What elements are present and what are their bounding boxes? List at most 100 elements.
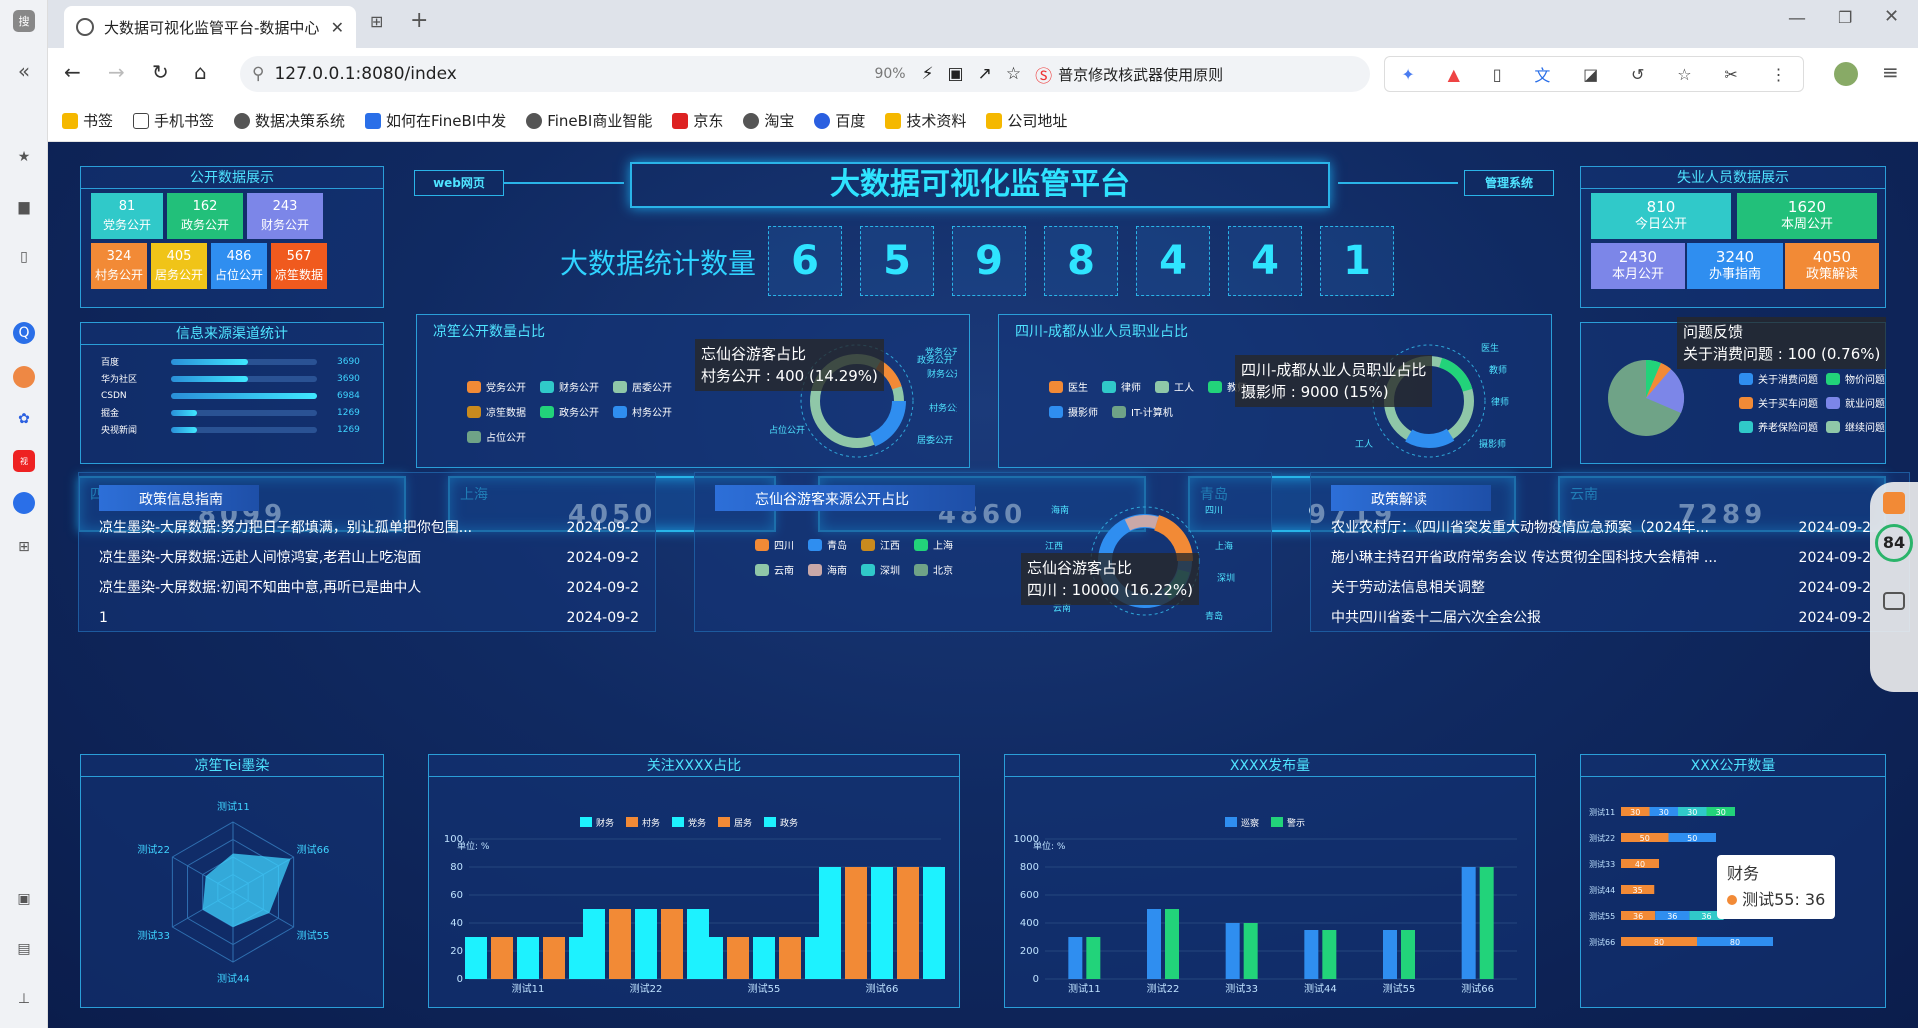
news-row[interactable]: 1 2024-09-2 (99, 603, 639, 633)
legend-item[interactable]: 青岛 (808, 537, 847, 552)
baidu-app-icon[interactable]: ✿ (13, 408, 35, 430)
bar[interactable] (661, 909, 683, 979)
legend-item[interactable]: 政务公开 (540, 404, 599, 419)
bar[interactable] (1304, 930, 1319, 979)
bar[interactable] (543, 937, 565, 979)
bar[interactable] (1383, 930, 1397, 979)
news-row[interactable]: 凉生墨染-大屏数据:初闻不知曲中意,再听已是曲中人 2024-09-2 (99, 573, 639, 603)
restore-icon[interactable]: ❐ (1838, 8, 1852, 27)
bar[interactable] (701, 937, 723, 979)
camera-icon[interactable] (1883, 592, 1905, 610)
chrome-app-icon[interactable] (13, 366, 35, 388)
close-tab-icon[interactable]: ✕ (331, 18, 344, 37)
bar[interactable] (1165, 909, 1179, 979)
shield-icon[interactable]: ▣ (948, 64, 964, 84)
legend-item[interactable]: 医生 (1049, 379, 1088, 394)
news-row[interactable]: 关于劳动法信息相关调整 2024-09-2 (1331, 573, 1871, 603)
add-app-icon[interactable]: ⊞ (13, 536, 35, 558)
news-row[interactable]: 凉生墨染-大屏数据:努力把日子都填满，别让孤单把你包围... 2024-09-2 (99, 513, 639, 543)
news-title[interactable]: 1 (99, 603, 499, 633)
bar[interactable] (491, 937, 513, 979)
news-title[interactable]: 施小琳主持召开省政府常务会议 传达贯彻全国科技大会精神 ... (1331, 543, 1731, 573)
scissors-icon[interactable]: ✂ (1724, 65, 1737, 84)
bolt-icon[interactable]: ⚡ (922, 64, 934, 84)
legend-item[interactable]: 居委公开 (613, 379, 672, 394)
public-data-cell[interactable]: 486 占位公开 (211, 243, 267, 289)
bookmark-item[interactable]: 百度 (814, 110, 865, 131)
legend-item[interactable]: 深圳 (861, 562, 900, 577)
public-data-cell[interactable]: 162 政务公开 (167, 193, 243, 239)
bookmark-item[interactable]: 如何在FineBI中发 (365, 110, 506, 131)
bar[interactable] (635, 909, 657, 979)
bar[interactable] (1147, 909, 1161, 979)
bookmark-item[interactable]: FineBI商业智能 (526, 110, 652, 131)
news-title[interactable]: 凉生墨染-大屏数据:远赴人间惊鸿宴,老君山上吃泡面 (99, 543, 499, 573)
public-data-cell[interactable]: 243 财务公开 (247, 193, 323, 239)
bookmark-item[interactable]: 数据决策系统 (234, 110, 345, 131)
legend-item[interactable]: 摄影师 (1049, 404, 1098, 419)
search-app-icon[interactable]: Q (13, 322, 35, 344)
bar[interactable] (517, 937, 539, 979)
bookmark-item[interactable]: 公司地址 (986, 110, 1067, 131)
back-icon[interactable]: ← (64, 60, 81, 84)
collapse-icon[interactable]: « (13, 59, 35, 83)
folder-icon[interactable]: ▆ (13, 196, 35, 218)
hot-search-text[interactable]: 普京修改核武器使用原则 (1058, 64, 1223, 85)
news-row[interactable]: 中共四川省委十二届六次全会公报 2024-09-2 (1331, 603, 1871, 633)
close-window-icon[interactable]: ✕ (1884, 6, 1899, 27)
public-data-cell[interactable]: 405 居务公开 (151, 243, 207, 289)
floating-monitor-widget[interactable]: 84 (1870, 482, 1918, 692)
favorite-icon[interactable]: ☆ (1006, 64, 1021, 84)
legend-item[interactable]: 物价问题 (1826, 371, 1885, 386)
news-title[interactable]: 农业农村厅：《四川省突发重大动物疫情应急预案（2024年... (1331, 513, 1731, 543)
clock-app-icon[interactable] (13, 492, 35, 514)
unemployment-cell[interactable]: 2430 本月公开 (1591, 243, 1685, 289)
legend-item[interactable]: 占位公开 (467, 429, 526, 444)
bar[interactable] (609, 909, 631, 979)
ai-icon[interactable]: ✦ (1401, 65, 1414, 84)
pdf-icon[interactable]: ▲ (1448, 65, 1460, 84)
legend-item[interactable]: 北京 (914, 562, 953, 577)
bar[interactable] (583, 909, 605, 979)
unemployment-cell[interactable]: 3240 办事指南 (1687, 243, 1783, 289)
public-data-cell[interactable]: 81 党务公开 (91, 193, 163, 239)
public-data-cell[interactable]: 567 凉笙数据 (271, 243, 327, 289)
legend-item[interactable]: 财务公开 (540, 379, 599, 394)
translate-icon[interactable]: 文 (1534, 62, 1550, 86)
news-title[interactable]: 中共四川省委十二届六次全会公报 (1331, 603, 1731, 633)
public-data-cell[interactable]: 324 村务公开 (91, 243, 147, 289)
news-row[interactable]: 农业农村厅：《四川省突发重大动物疫情应急预案（2024年... 2024-09-2 (1331, 513, 1871, 543)
minimize-icon[interactable]: — (1788, 8, 1806, 29)
bookmark-item[interactable]: 技术资料 (885, 110, 966, 131)
bar[interactable] (1322, 930, 1337, 979)
pin-icon[interactable]: ⊥ (13, 988, 35, 1010)
weibo-app-icon[interactable]: 视 (13, 450, 35, 472)
admin-button[interactable]: 管理系统 (1464, 170, 1554, 196)
web-button[interactable]: web网页 (414, 170, 504, 196)
forward-icon[interactable]: → (108, 60, 125, 84)
news-title[interactable]: 凉生墨染-大屏数据:初闻不知曲中意,再听已是曲中人 (99, 573, 499, 603)
history-icon[interactable]: ↺ (1631, 65, 1644, 84)
bookmark-item[interactable]: 京东 (672, 110, 723, 131)
legend-item[interactable]: 关于买车问题 (1739, 395, 1818, 410)
bar[interactable] (819, 867, 841, 979)
share-icon[interactable]: ↗ (978, 64, 992, 84)
legend-item[interactable]: 四川 (755, 537, 794, 552)
mobile-icon[interactable]: ▯ (1493, 65, 1502, 84)
zoom-level[interactable]: 90% (874, 66, 905, 82)
legend-item[interactable]: IT-计算机 (1112, 404, 1173, 419)
legend-item[interactable]: 就业问题 (1826, 395, 1885, 410)
legend-item[interactable]: 凉笙数据 (467, 404, 526, 419)
avatar[interactable] (1834, 62, 1858, 86)
star-icon[interactable]: ★ (13, 146, 35, 168)
bar[interactable] (1479, 867, 1494, 979)
legend-item[interactable]: 云南 (755, 562, 794, 577)
news-title[interactable]: 凉生墨染-大屏数据:努力把日子都填满，别让孤单把你包围... (99, 513, 499, 543)
browser-tab[interactable]: 大数据可视化监管平台-数据中心 ✕ (64, 6, 356, 48)
url-text[interactable]: 127.0.0.1:8080/index (274, 64, 874, 84)
bar[interactable] (727, 937, 749, 979)
bookmark-item[interactable]: 书签 (62, 110, 113, 131)
browser-menu-icon[interactable]: ≡ (1882, 60, 1899, 84)
legend-item[interactable]: 村务公开 (613, 404, 672, 419)
bar[interactable] (1401, 930, 1415, 979)
